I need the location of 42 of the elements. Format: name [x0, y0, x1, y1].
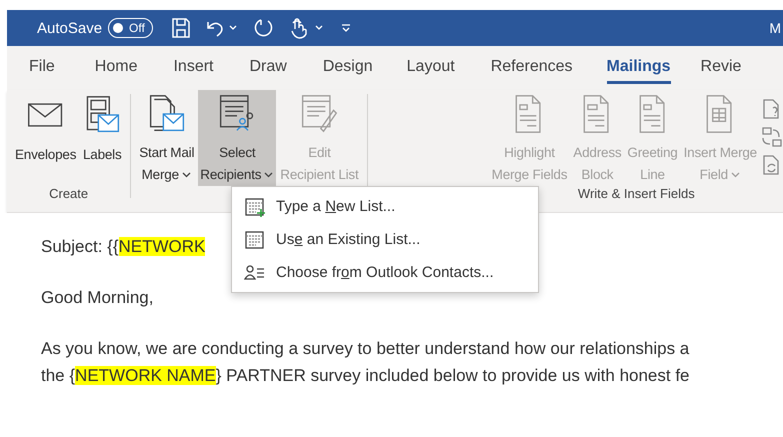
ribbon-tab[interactable]: Draw — [249, 52, 287, 84]
ribbon-button[interactable]: Labels — [80, 90, 124, 186]
touch-icon[interactable] — [288, 17, 307, 39]
labels-icon — [87, 96, 120, 132]
ribbon-tab[interactable]: Revie — [700, 52, 742, 84]
document-paragraph: Good Morning, — [41, 287, 154, 309]
ribbon-tab[interactable]: Mailings — [606, 52, 671, 84]
autosave-toggle[interactable]: Off — [108, 18, 153, 38]
contacts-icon — [244, 262, 266, 282]
group-label: Write & Insert Fields — [578, 186, 695, 201]
ribbon-tab[interactable]: File — [29, 52, 55, 84]
document-field-icon — [584, 95, 609, 133]
document-grid-icon — [706, 95, 732, 133]
ribbon-tab[interactable]: Insert — [173, 52, 214, 84]
document-field-icon — [639, 95, 664, 133]
document-field-icon — [516, 95, 542, 133]
menu-item[interactable]: Choose from Outlook Contacts... — [232, 256, 538, 289]
group-label: Create — [49, 186, 88, 201]
ribbon-tab[interactable]: Design — [322, 52, 373, 84]
account-initial[interactable]: M — [769, 20, 781, 36]
list-pencil-icon — [302, 95, 338, 132]
ribbon-button[interactable]: Select Recipients — [198, 90, 276, 186]
customize-icon[interactable] — [340, 24, 351, 32]
recipients-list-icon — [220, 95, 254, 131]
autosave-label: AutoSave — [37, 20, 102, 36]
document-envelope-icon — [150, 95, 184, 132]
table-icon — [244, 230, 266, 250]
ribbon-button[interactable]: Envelopes — [13, 90, 78, 186]
document-paragraph: As you know, we are conducting a survey to better understand how our relationships a the {NETWORK NAME} PARTNER survey included below to provide us with honest fe — [41, 338, 691, 387]
table-icon — [244, 196, 266, 216]
menu-item[interactable]: Type a New List... — [232, 190, 538, 223]
ribbon-tab[interactable]: References — [490, 52, 573, 84]
envelope-icon — [28, 103, 62, 127]
ribbon-tab[interactable]: Layout — [406, 52, 455, 84]
ribbon-button[interactable]: Start Mail Merge — [137, 90, 196, 186]
save-icon[interactable] — [170, 17, 191, 39]
caret-icon[interactable] — [314, 25, 323, 31]
swap-icon[interactable] — [761, 126, 783, 148]
caret-icon[interactable] — [228, 25, 237, 31]
redo-icon[interactable] — [252, 17, 275, 39]
ribbon-tab[interactable]: Home — [94, 52, 138, 84]
menu-item[interactable]: Use an Existing List... — [232, 223, 538, 256]
